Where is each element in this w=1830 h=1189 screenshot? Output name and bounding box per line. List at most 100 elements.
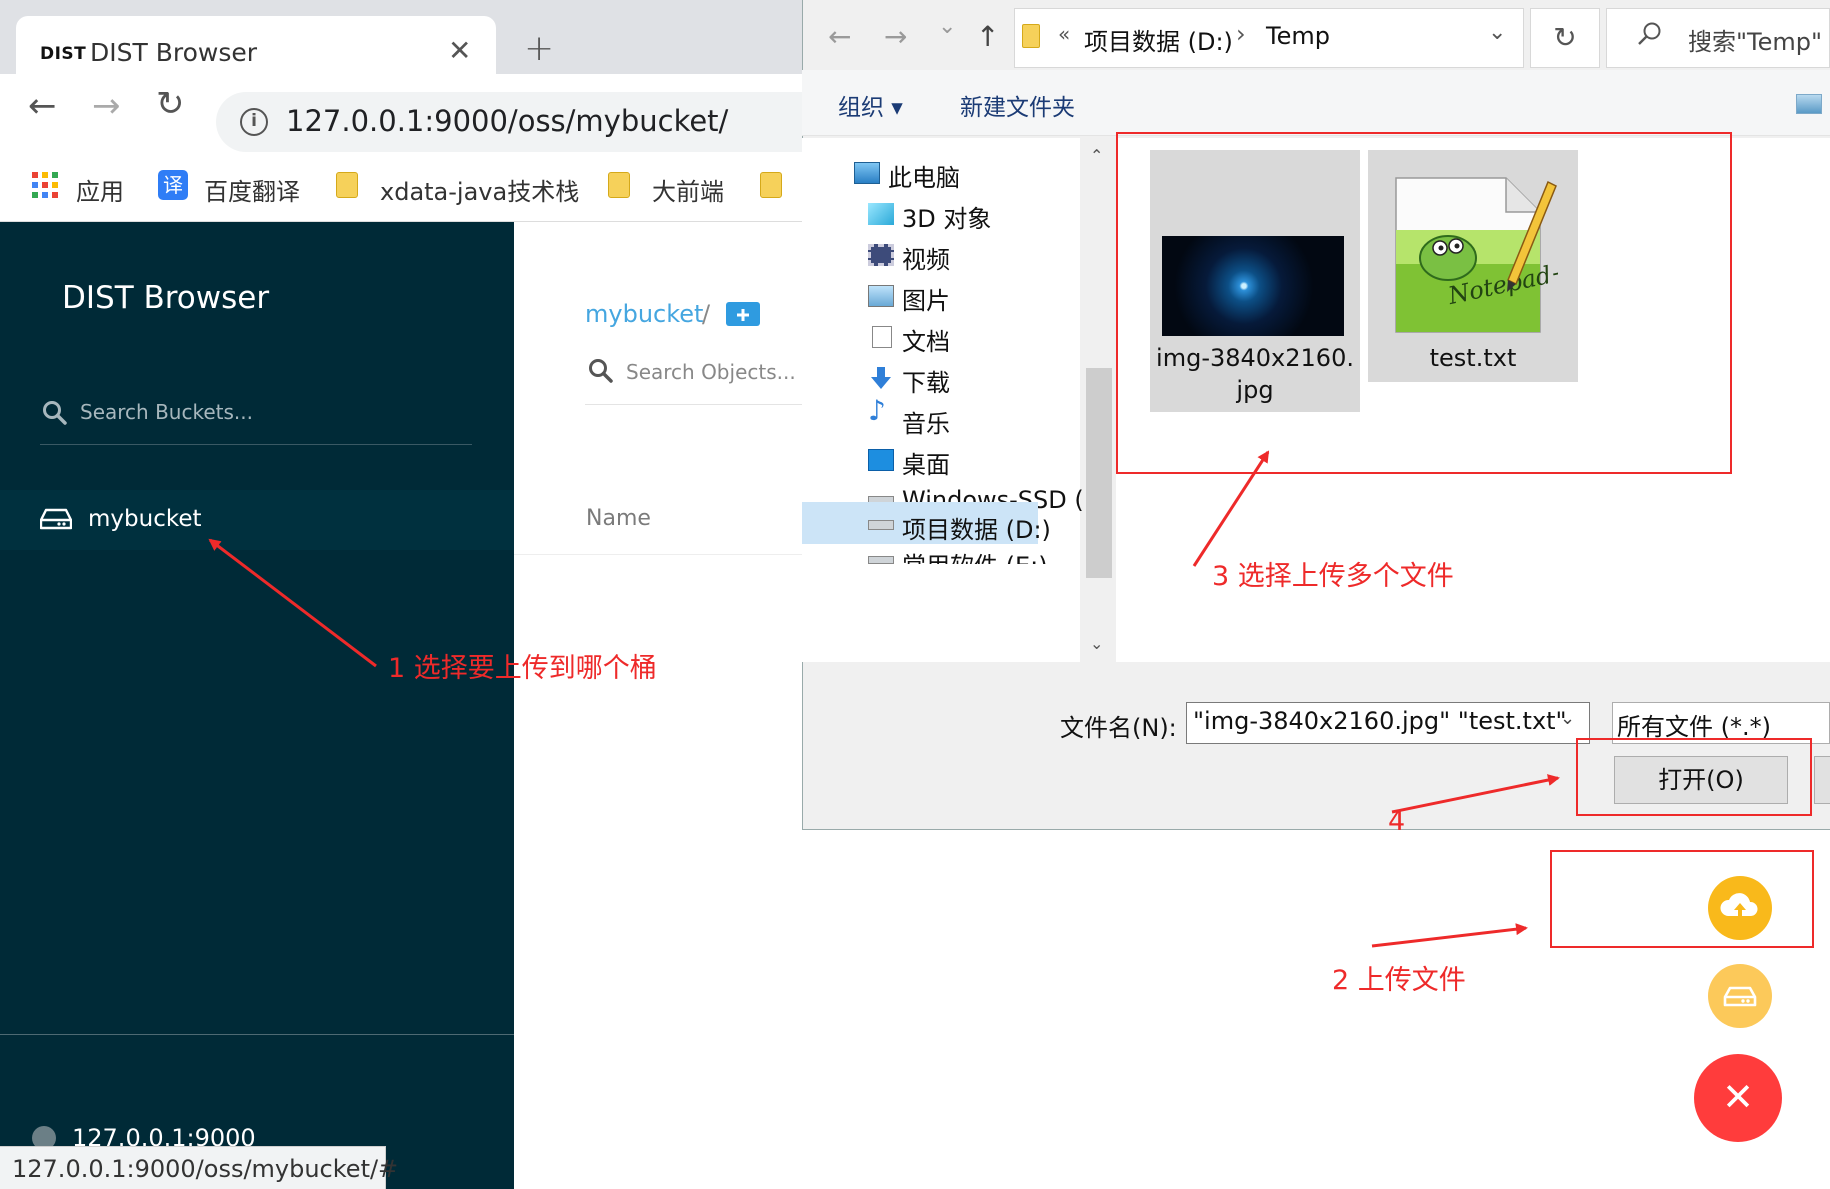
tab-title[interactable]: DIST Browser [90,38,257,67]
new-tab-button[interactable]: + [524,28,554,69]
address-segment-temp[interactable]: Temp [1266,22,1330,50]
tree-item-music[interactable]: ♪ 音乐 [802,396,1080,442]
picture-icon [868,285,894,307]
annotation-step1: 1 选择要上传到哪个桶 [388,653,657,684]
refresh-icon[interactable]: ↻ [1530,8,1600,68]
annotation-box-open [1576,738,1812,816]
tree-label: 项目数据 (D:) [902,516,1051,544]
status-bubble: 127.0.0.1:9000/oss/mybucket/# [0,1146,398,1189]
tree-label: 常用软件 (E:) [902,546,1048,564]
computer-icon [854,162,880,184]
header-divider [514,554,804,555]
search-icon [43,401,67,425]
dialog-back-icon[interactable]: ← [828,20,851,53]
search-underline [40,444,472,445]
address-overflow[interactable]: « [1058,22,1070,46]
url-text[interactable]: 127.0.0.1:9000/oss/mybucket/ [286,104,728,138]
forward-arrow-icon[interactable]: → [92,86,121,126]
translate-icon: 译 [158,170,188,200]
arrow-step2 [1371,923,1528,948]
filename-label: 文件名(N): [1060,714,1177,742]
bookmark-xdata-java[interactable]: xdata-java技术栈 [380,172,579,207]
add-folder-icon[interactable] [726,302,760,326]
close-menu-button[interactable]: ✕ [1694,1054,1782,1142]
tree-item-downloads[interactable]: 下载 [802,355,1080,401]
cancel-button[interactable] [1814,756,1830,804]
dialog-command-bar [802,70,1830,136]
tree-item-documents[interactable]: 文档 [802,314,1080,360]
cube-icon [868,203,894,225]
annotation-step4: 4 [1388,806,1406,837]
search-icon [1638,22,1661,45]
tree-item-pictures[interactable]: 图片 [802,273,1080,319]
drive-icon [868,520,894,530]
organize-menu[interactable]: 组织 ▾ [838,88,903,122]
video-icon [868,244,894,266]
annotation-step3: 3 选择上传多个文件 [1212,561,1454,592]
tree-item-drive-e[interactable]: 常用软件 (E:) [802,544,1080,564]
chevron-down-icon[interactable]: ⌄ [1560,708,1575,729]
create-bucket-button[interactable] [1708,964,1772,1028]
apps-grid-icon [32,172,58,198]
address-segment-drive[interactable]: 项目数据 (D:) [1084,22,1233,57]
folder-icon [336,172,358,198]
tree-item-drive-d[interactable]: 项目数据 (D:) [802,502,1051,544]
folder-icon [1022,24,1040,48]
bucket-label[interactable]: mybucket [88,506,202,532]
sidebar-divider [0,1034,514,1035]
breadcrumb-bucket[interactable]: mybucket [585,300,703,328]
annotation-step2: 2 上传文件 [1332,965,1466,996]
recent-locations-icon[interactable]: ⌄ [938,14,956,39]
drive-icon [868,556,894,564]
bookmark-frontend[interactable]: 大前端 [652,172,724,207]
sidebar [0,222,514,1189]
annotation-box-files [1116,132,1732,474]
chevron-down-icon[interactable]: ⌄ [1488,20,1506,45]
back-arrow-icon[interactable]: ← [28,86,57,126]
bookmark-baidu-translate[interactable]: 百度翻译 [204,172,300,207]
tab-close-icon[interactable]: ✕ [448,34,471,67]
desktop-icon [868,449,894,471]
tree-label: 视频 [902,246,950,274]
tree-scrollbar-thumb[interactable] [1086,368,1112,578]
folder-icon [608,172,630,198]
search-icon [589,359,613,383]
column-header-name[interactable]: Name [586,506,651,531]
tree-label: 下载 [902,369,950,397]
tree-label: 3D 对象 [902,205,992,233]
tree-label: 此电脑 [888,164,960,192]
change-view-icon[interactable] [1796,94,1822,114]
tree-item-3d-objects[interactable]: 3D 对象 [802,191,1080,237]
download-icon [871,367,891,389]
drive-icon [1723,986,1757,1007]
reload-icon[interactable]: ↻ [156,84,185,124]
tree-label: 音乐 [902,410,950,438]
filename-input[interactable]: "img-3840x2160.jpg" "test.txt" [1186,702,1590,744]
search-buckets-input[interactable]: Search Buckets... [80,400,253,424]
scroll-down-icon[interactable]: ⌄ [1090,634,1103,653]
chevron-right-icon[interactable]: › [1236,20,1246,48]
tree-item-desktop[interactable]: 桌面 [802,437,1080,483]
dialog-search-placeholder[interactable]: 搜索"Temp" [1688,22,1822,57]
tab-favicon: DIST [40,44,87,64]
document-icon [872,326,892,348]
navigation-pane: 此电脑 3D 对象 视频 图片 文档 下载 ♪ 音乐 桌面 Windows-SS… [802,138,1084,662]
tree-label: 文档 [902,328,950,356]
drive-icon [40,508,72,530]
annotation-box-upload [1550,850,1814,948]
bookmark-apps[interactable]: 应用 [76,172,124,207]
tree-label: 图片 [902,287,950,315]
up-folder-icon[interactable]: ↑ [976,20,999,53]
tree-item-this-pc[interactable]: 此电脑 [802,150,1080,196]
site-info-icon[interactable]: i [240,108,268,136]
tree-item-videos[interactable]: 视频 [802,232,1080,278]
search-objects-input[interactable]: Search Objects... [626,360,796,384]
new-folder-button[interactable]: 新建文件夹 [960,88,1075,122]
scroll-up-icon[interactable]: ⌃ [1090,146,1103,165]
app-title: DIST Browser [62,280,270,316]
dialog-forward-icon[interactable]: → [884,20,907,53]
breadcrumb-separator: / [702,300,711,328]
tree-label: 桌面 [902,451,950,479]
sidebar-item-mybucket[interactable] [0,490,514,550]
folder-icon [760,172,782,198]
